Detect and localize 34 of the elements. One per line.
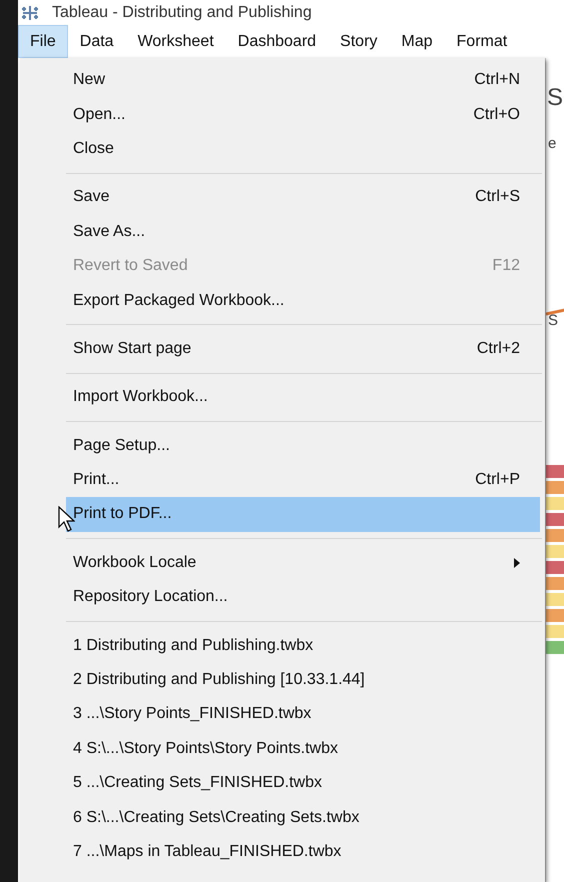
menu-item[interactable]: Close [66, 132, 540, 166]
menu-bar-item[interactable]: Format [444, 25, 520, 58]
menu-item[interactable]: 2 Distributing and Publishing [10.33.1.44] [66, 662, 540, 698]
mouse-cursor-icon [58, 506, 75, 532]
menu-item[interactable]: Open... Ctrl+O [66, 97, 540, 132]
menu-item[interactable]: Show Start page Ctrl+2 [66, 332, 540, 366]
menu-bar-item[interactable]: Dashboard [226, 25, 328, 58]
menu-item[interactable]: Page Setup... [66, 428, 540, 463]
menu-item[interactable]: Repository Location... [66, 580, 540, 614]
menu-item[interactable]: 6 S:\...\Creating Sets\Creating Sets.twbx [66, 800, 540, 835]
menu-item[interactable]: Export Packaged Workbook... [66, 283, 540, 318]
menu-bar-item[interactable]: Map [389, 25, 445, 58]
background-text: S [547, 83, 564, 113]
menu-item[interactable]: 5 ...\Creating Sets_FINISHED.twbx [66, 766, 540, 800]
menu-item[interactable]: 4 S:\...\Story Points\Story Points.twbx [66, 732, 540, 766]
menu-bar-item[interactable]: Worksheet [126, 25, 226, 58]
menu-item[interactable]: Workbook Locale [66, 546, 540, 580]
menu-item[interactable]: 3 ...\Story Points_FINISHED.twbx [66, 697, 540, 732]
menu-item[interactable]: Save As... [66, 214, 540, 249]
menu-item[interactable]: New Ctrl+N [66, 63, 540, 98]
menu-bar-item[interactable]: File [18, 25, 68, 58]
menu-item[interactable]: 7 ...\Maps in Tableau_FINISHED.twbx [66, 834, 540, 870]
line-drawing [546, 308, 564, 316]
menu-bar-item[interactable]: Story [328, 25, 390, 58]
background-text: e [548, 134, 556, 154]
submenu-arrow-icon [514, 558, 520, 568]
menu-item[interactable]: Import Workbook... [66, 380, 540, 415]
menu-item[interactable]: Save Ctrl+S [66, 180, 540, 215]
window-title: Tableau - Distributing and Publishing [52, 2, 312, 22]
menu-item[interactable]: Print to PDF... [66, 497, 540, 532]
menu-item[interactable]: Print... Ctrl+P [66, 462, 540, 498]
background-text: S [548, 311, 558, 331]
menu-bar-item[interactable]: Data [68, 25, 126, 58]
menu-item[interactable]: 1 Distributing and Publishing.twbx [66, 628, 540, 663]
